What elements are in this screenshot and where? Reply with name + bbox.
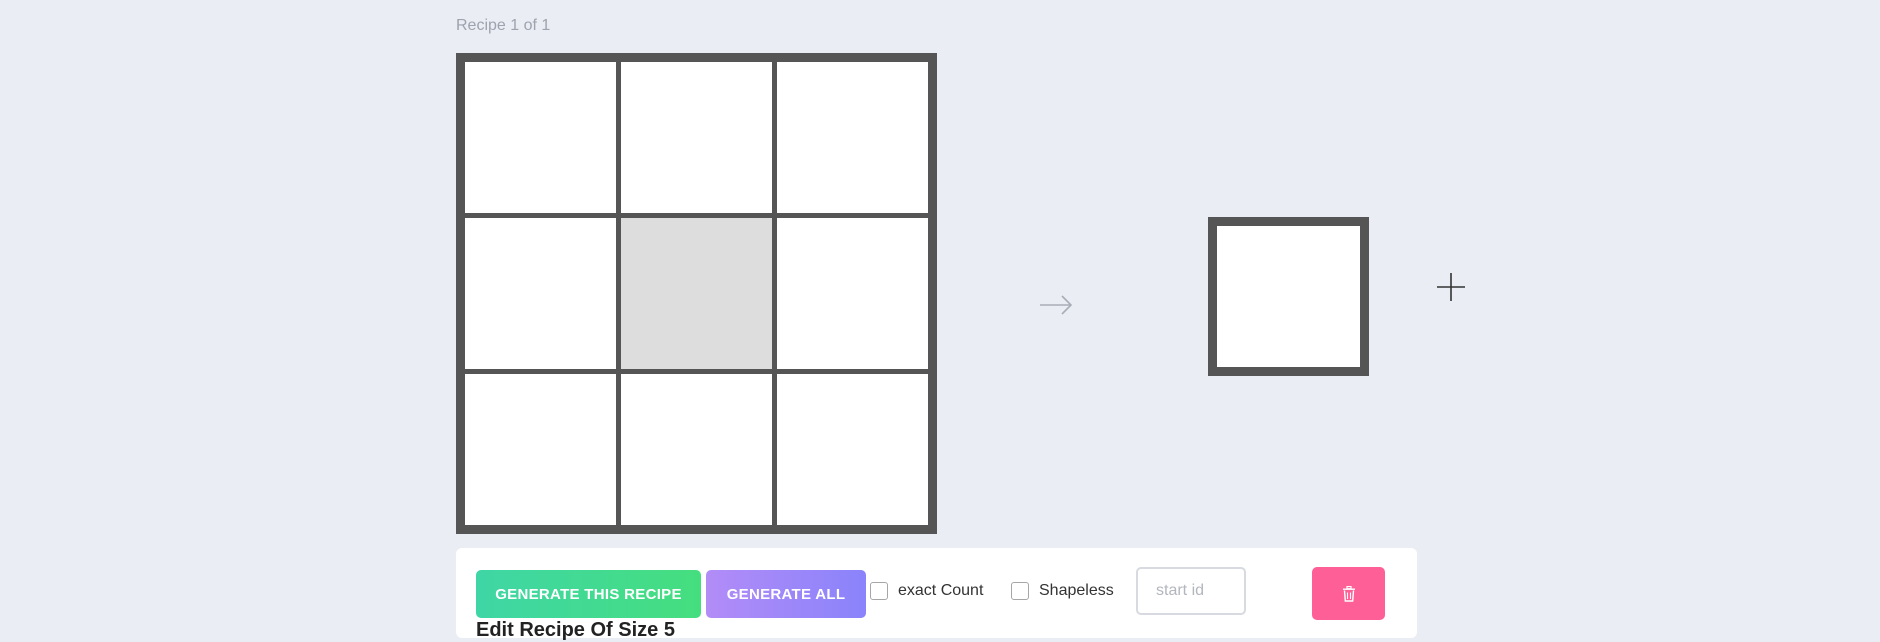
- result-slot-frame: [1208, 217, 1369, 376]
- exact-count-checkbox[interactable]: exact Count: [870, 582, 983, 600]
- start-id-input[interactable]: [1136, 567, 1246, 615]
- recipe-counter: Recipe 1 of 1: [456, 17, 551, 34]
- crafting-slot-8[interactable]: [621, 374, 772, 525]
- crafting-slot-3[interactable]: [777, 62, 928, 213]
- crafting-slot-4[interactable]: [465, 218, 616, 369]
- crafting-slot-1[interactable]: [465, 62, 616, 213]
- plus-icon[interactable]: [1435, 271, 1467, 303]
- arrow-right-icon: [1040, 295, 1073, 315]
- crafting-slot-2[interactable]: [621, 62, 772, 213]
- crafting-grid: [456, 53, 937, 534]
- exact-count-box[interactable]: [870, 582, 888, 600]
- delete-recipe-button[interactable]: [1312, 567, 1385, 620]
- crafting-slot-6[interactable]: [777, 218, 928, 369]
- edit-recipe-heading: Edit Recipe Of Size 5: [476, 619, 675, 641]
- generate-all-button[interactable]: GENERATE ALL: [706, 570, 866, 618]
- crafting-slot-7[interactable]: [465, 374, 616, 525]
- shapeless-box[interactable]: [1011, 582, 1029, 600]
- exact-count-label: exact Count: [898, 582, 984, 599]
- result-slot[interactable]: [1217, 226, 1360, 367]
- shapeless-checkbox[interactable]: Shapeless: [1011, 582, 1114, 600]
- crafting-slot-9[interactable]: [777, 374, 928, 525]
- trash-icon: [1342, 585, 1355, 602]
- shapeless-label: Shapeless: [1039, 582, 1114, 599]
- generate-this-recipe-button[interactable]: GENERATE THIS RECIPE: [476, 570, 701, 618]
- crafting-slot-5[interactable]: [621, 218, 772, 369]
